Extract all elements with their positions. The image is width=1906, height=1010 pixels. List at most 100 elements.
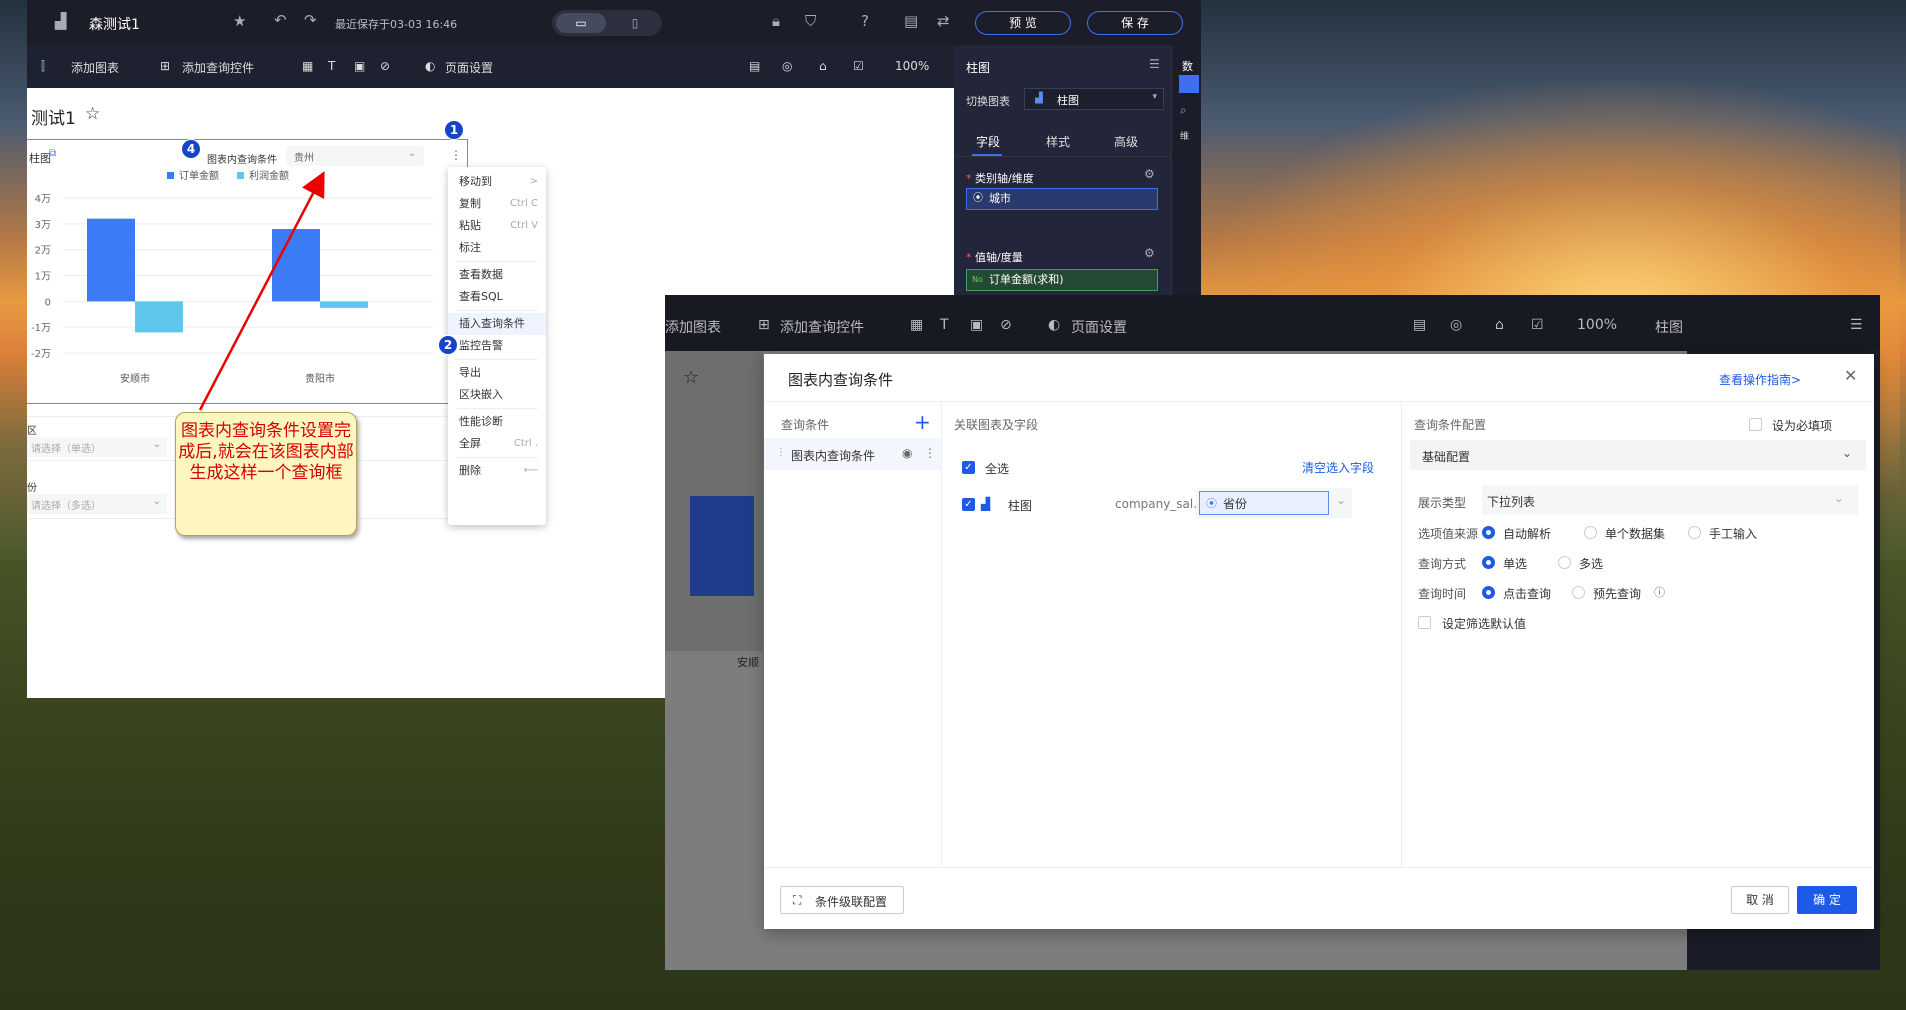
menu-item[interactable]: 标注: [448, 237, 546, 259]
menu-item[interactable]: 移动到 >: [448, 171, 546, 193]
menu-item[interactable]: 复制 Ctrl C: [448, 193, 546, 215]
cascade-button[interactable]: ⛶ 条件级联配置: [780, 886, 904, 914]
desktop-icon[interactable]: ▭: [556, 13, 606, 33]
switch-chart-select[interactable]: ▟ 柱图 ▾: [1024, 88, 1164, 110]
panel-menu-icon[interactable]: ☰: [1149, 57, 1160, 71]
dataset-tag[interactable]: [1179, 75, 1199, 93]
preview-button[interactable]: 预 览: [975, 11, 1071, 35]
menu-item[interactable]: 删除 ⟵: [448, 460, 546, 482]
edit-icon[interactable]: ⧉: [49, 148, 56, 159]
eye-icon[interactable]: ◉: [902, 446, 912, 460]
category-field[interactable]: ⦿ 城市: [966, 188, 1158, 210]
gear-icon[interactable]: ⚙: [1144, 246, 1155, 260]
check-icon[interactable]: ☑: [1531, 317, 1544, 333]
page-settings-button[interactable]: 页面设置: [1071, 317, 1127, 337]
add-chart-button[interactable]: 添加图表: [71, 59, 119, 76]
menu-item[interactable]: 全屏 Ctrl .: [448, 433, 546, 455]
required-checkbox[interactable]: [1749, 418, 1762, 431]
display-type-select[interactable]: 下拉列表 ⌄: [1482, 485, 1858, 515]
search-icon[interactable]: ⌕: [1180, 103, 1187, 118]
image-icon[interactable]: ▣: [354, 59, 365, 73]
chart-logo-icon: ▟: [55, 12, 67, 30]
guide-link[interactable]: 查看操作指南>: [1719, 371, 1801, 388]
zoom-select[interactable]: 100%: [895, 59, 929, 73]
check-icon[interactable]: ☑: [853, 59, 864, 73]
drag-handle-icon[interactable]: ⋮: [776, 447, 786, 458]
select-all-checkbox[interactable]: ✓: [962, 461, 975, 474]
value-field[interactable]: No 订单金额(求和): [966, 269, 1158, 291]
field-select[interactable]: ⦿ 省份 ⌄: [1196, 488, 1352, 518]
filter-select[interactable]: 请选择（多选） ⌄: [27, 494, 167, 514]
grid-icon[interactable]: ▦: [910, 317, 923, 333]
filter-label: 区: [27, 426, 37, 437]
add-query-button[interactable]: 添加查询控件: [182, 59, 254, 76]
redo-icon[interactable]: ↷: [304, 11, 317, 29]
bank-icon[interactable]: ⌂: [819, 59, 827, 73]
help-icon[interactable]: ?: [861, 12, 869, 30]
add-chart-button[interactable]: 添加图表: [665, 317, 721, 337]
page-settings-button[interactable]: 页面设置: [445, 59, 493, 76]
shield-icon[interactable]: ⛉: [805, 12, 816, 30]
link-icon[interactable]: ⊘: [380, 59, 390, 73]
filter-select[interactable]: 请选择（单选） ⌄: [27, 437, 167, 457]
save-status: 最近保存于03-03 16:46: [335, 18, 458, 31]
device-toggle[interactable]: ▭ ▯: [552, 10, 662, 36]
monitor-icon[interactable]: ◎: [782, 59, 792, 73]
bank-icon[interactable]: ⌂: [1495, 317, 1504, 333]
save-button[interactable]: 保 存: [1087, 11, 1183, 35]
more-icon[interactable]: ⋮: [450, 148, 462, 162]
time-click-radio[interactable]: [1482, 586, 1495, 599]
menu-separator: [456, 310, 538, 311]
share-icon[interactable]: ⇄: [937, 12, 950, 30]
cancel-button[interactable]: 取 消: [1731, 886, 1789, 914]
zoom-select[interactable]: 100%: [1577, 317, 1617, 333]
default-checkbox[interactable]: [1418, 616, 1431, 629]
ok-button[interactable]: 确 定: [1797, 886, 1857, 914]
doc-icon[interactable]: ▤: [749, 59, 760, 73]
mode-multi-radio[interactable]: [1558, 556, 1571, 569]
menu-item[interactable]: 导出: [448, 362, 546, 384]
star-icon[interactable]: ★: [233, 12, 246, 30]
menu-item[interactable]: 查看数据: [448, 264, 546, 286]
menu-item[interactable]: 查看SQL: [448, 286, 546, 308]
menu-item[interactable]: 粘贴 Ctrl V: [448, 215, 546, 237]
tab-style[interactable]: 样式: [1046, 133, 1070, 150]
source-auto-radio[interactable]: [1482, 526, 1495, 539]
close-icon[interactable]: ✕: [1844, 366, 1857, 385]
mode-single-radio[interactable]: [1482, 556, 1495, 569]
chart-query-select[interactable]: 贵州 ⌄: [286, 146, 424, 166]
info-icon[interactable]: ⓘ: [1654, 584, 1665, 600]
time-pre-radio[interactable]: [1572, 586, 1585, 599]
menu-item[interactable]: 插入查询条件: [448, 313, 546, 335]
chart-checkbox[interactable]: ✓: [962, 498, 975, 511]
star-outline-icon[interactable]: ☆: [85, 104, 100, 124]
tab-fields[interactable]: 字段: [976, 133, 1000, 150]
mobile-icon[interactable]: ▯: [612, 13, 658, 33]
link-icon[interactable]: ⊘: [1000, 317, 1012, 333]
grid-icon[interactable]: ▦: [302, 59, 313, 73]
condition-item[interactable]: ⋮ 图表内查询条件 ◉ ⋮: [764, 438, 941, 470]
more-icon[interactable]: ⋮: [924, 446, 936, 460]
panel-menu-icon[interactable]: ☰: [1850, 317, 1863, 333]
image-icon[interactable]: ▣: [970, 317, 983, 333]
menu-item[interactable]: 监控告警: [448, 335, 546, 357]
menu-item[interactable]: 区块嵌入: [448, 384, 546, 406]
chart-card[interactable]: 柱图 ⧉ 图表内查询条件 贵州 ⌄ ⋮ 4万 3万 2万 1万 0 -1万 -2万 订单金额 利…: [27, 139, 468, 404]
source-manual-radio[interactable]: [1688, 526, 1701, 539]
text-icon[interactable]: T: [328, 59, 335, 73]
add-query-button[interactable]: 添加查询控件: [780, 317, 864, 337]
lock-icon[interactable]: 🔒︎: [772, 12, 780, 30]
monitor-icon[interactable]: ◎: [1450, 317, 1462, 333]
text-icon[interactable]: T: [940, 317, 949, 333]
doc-icon[interactable]: ▤: [1413, 317, 1426, 333]
add-icon[interactable]: +: [914, 410, 931, 434]
settings-doc-icon[interactable]: ▤: [904, 12, 918, 30]
clear-fields-link[interactable]: 清空选入字段: [1302, 459, 1374, 476]
menu-item[interactable]: 性能诊断: [448, 411, 546, 433]
basic-config-section[interactable]: 基础配置 ⌄: [1410, 440, 1866, 470]
condition-list-title: 查询条件: [781, 418, 830, 432]
tab-advanced[interactable]: 高级: [1114, 133, 1138, 150]
undo-icon[interactable]: ↶: [274, 11, 287, 29]
gear-icon[interactable]: ⚙: [1144, 167, 1155, 181]
source-dataset-radio[interactable]: [1584, 526, 1597, 539]
